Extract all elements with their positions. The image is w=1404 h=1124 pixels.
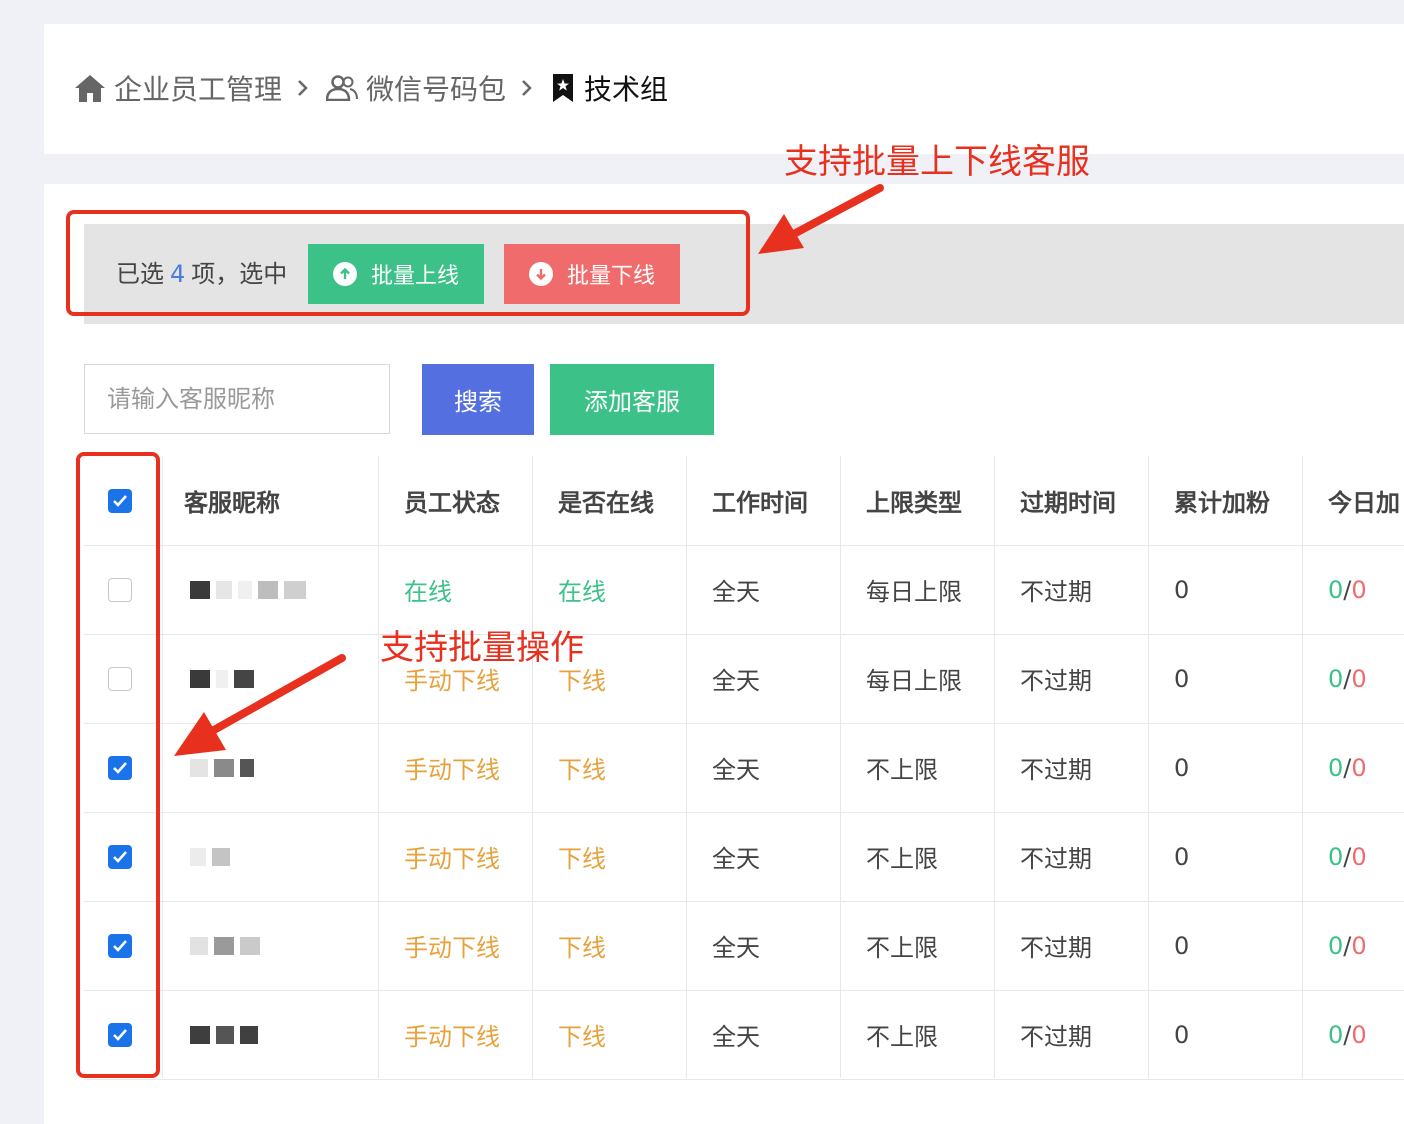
work-time: 全天 [712, 934, 760, 962]
expire-time: 不过期 [1020, 667, 1092, 695]
today-fans: 0/0 [1328, 1020, 1367, 1049]
column-header-staff-status: 员工状态 [404, 489, 500, 517]
limit-type: 不上限 [866, 1023, 938, 1051]
nickname-blurred [190, 545, 306, 634]
limit-type: 不上限 [866, 845, 938, 873]
online-status: 下线 [558, 845, 606, 873]
online-status: 下线 [558, 1023, 606, 1051]
column-header-limit-type: 上限类型 [866, 489, 962, 517]
expire-time: 不过期 [1020, 756, 1092, 784]
bookmark-icon [553, 74, 574, 102]
work-time: 全天 [712, 1023, 760, 1051]
expire-time: 不过期 [1020, 1023, 1092, 1051]
limit-type: 不上限 [866, 756, 938, 784]
breadcrumb-label: 微信号码包 [366, 73, 507, 106]
total-fans: 0 [1174, 1020, 1190, 1049]
table-header-row: 客服昵称 员工状态 是否在线 工作时间 上限类型 过期时间 累计加粉 今日加 [84, 456, 1404, 546]
table-row: 手动下线 下线 全天 不上限 不过期 0 0/0 [84, 990, 1404, 1080]
breadcrumb: 企业员工管理 微信号码包 技术组 [74, 68, 668, 108]
expire-time: 不过期 [1020, 934, 1092, 962]
column-header-today-fans: 今日加 [1328, 489, 1400, 517]
expire-time: 不过期 [1020, 845, 1092, 873]
online-status: 下线 [558, 756, 606, 784]
chevron-right-icon [296, 78, 310, 98]
today-fans: 0/0 [1328, 931, 1367, 960]
limit-type: 每日上限 [866, 578, 962, 606]
work-time: 全天 [712, 756, 760, 784]
staff-status: 手动下线 [404, 1023, 500, 1051]
table-row: 在线 在线 全天 每日上限 不过期 0 0/0 [84, 545, 1404, 635]
total-fans: 0 [1174, 931, 1190, 960]
table-row: 手动下线 下线 全天 不上限 不过期 0 0/0 [84, 723, 1404, 813]
table-row: 手动下线 下线 全天 不上限 不过期 0 0/0 [84, 812, 1404, 902]
search-button[interactable]: 搜索 [422, 364, 534, 435]
chevron-right-icon [520, 78, 534, 98]
online-status: 下线 [558, 934, 606, 962]
home-icon [75, 75, 105, 102]
nickname-search-input[interactable] [84, 364, 390, 434]
today-fans: 0/0 [1328, 842, 1367, 871]
limit-type: 每日上限 [866, 667, 962, 695]
header-card: 企业员工管理 微信号码包 技术组 [44, 24, 1404, 154]
nickname-blurred [190, 990, 258, 1079]
add-agent-button[interactable]: 添加客服 [550, 364, 714, 435]
total-fans: 0 [1174, 575, 1190, 604]
column-header-total-fans: 累计加粉 [1174, 489, 1270, 517]
nickname-blurred [190, 634, 254, 723]
breadcrumb-item-wechat-package[interactable]: 微信号码包 [326, 68, 506, 108]
breadcrumb-item-tech-group: 技术组 [550, 68, 668, 108]
total-fans: 0 [1174, 664, 1190, 693]
table-row: 手动下线 下线 全天 不上限 不过期 0 0/0 [84, 901, 1404, 991]
column-header-nickname: 客服昵称 [184, 489, 280, 517]
limit-type: 不上限 [866, 934, 938, 962]
users-icon [326, 75, 359, 101]
annotation-box-batch-bar [66, 210, 750, 316]
breadcrumb-label: 企业员工管理 [114, 73, 283, 106]
table-row: 手动下线 下线 全天 每日上限 不过期 0 0/0 [84, 634, 1404, 724]
staff-status: 手动下线 [404, 845, 500, 873]
annotation-box-checkbox-column [76, 452, 160, 1078]
nickname-blurred [190, 901, 260, 990]
work-time: 全天 [712, 578, 760, 606]
annotation-text-batch-operation: 支持批量操作 [380, 628, 584, 668]
annotation-text-batch-online-offline: 支持批量上下线客服 [784, 142, 1090, 182]
breadcrumb-item-staff-management[interactable]: 企业员工管理 [74, 68, 282, 108]
work-time: 全天 [712, 845, 760, 873]
today-fans: 0/0 [1328, 575, 1367, 604]
nickname-blurred [190, 812, 230, 901]
today-fans: 0/0 [1328, 753, 1367, 782]
breadcrumb-current: 技术组 [584, 73, 669, 106]
nickname-blurred [190, 723, 254, 812]
total-fans: 0 [1174, 842, 1190, 871]
column-header-online: 是否在线 [558, 489, 654, 517]
staff-status: 手动下线 [404, 934, 500, 962]
expire-time: 不过期 [1020, 578, 1092, 606]
column-header-expire: 过期时间 [1020, 489, 1116, 517]
column-header-work-time: 工作时间 [712, 489, 808, 517]
total-fans: 0 [1174, 753, 1190, 782]
today-fans: 0/0 [1328, 664, 1367, 693]
work-time: 全天 [712, 667, 760, 695]
staff-status: 手动下线 [404, 756, 500, 784]
